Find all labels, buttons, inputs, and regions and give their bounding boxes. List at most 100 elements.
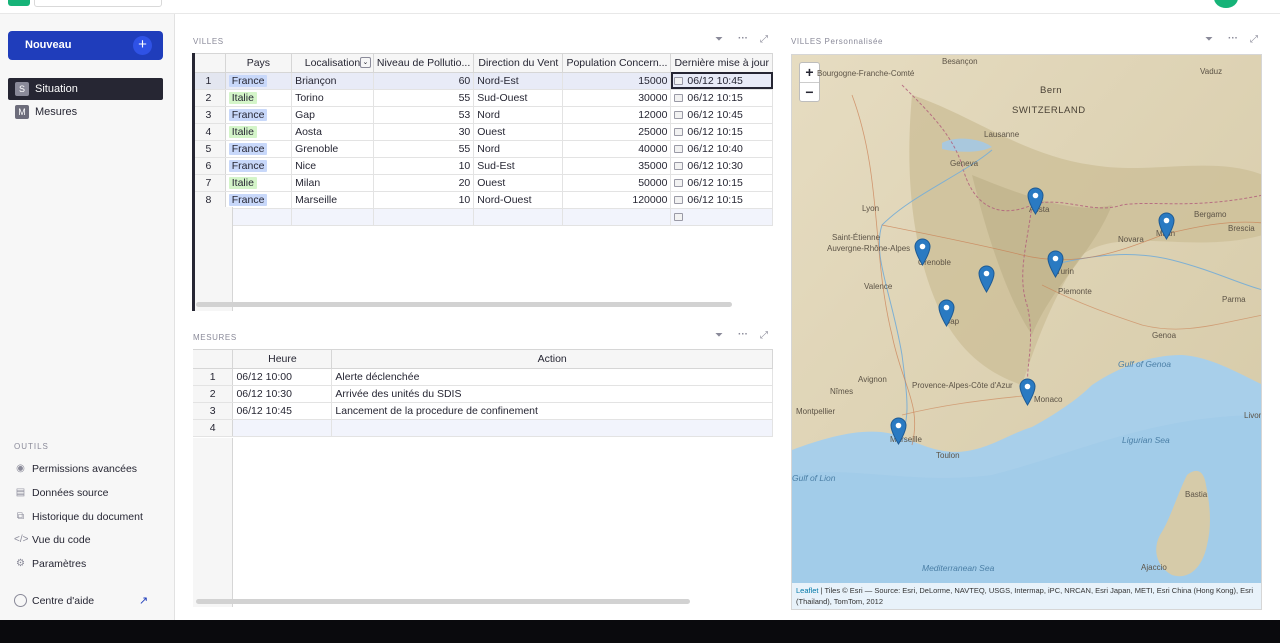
cell-empty[interactable]: [473, 208, 564, 226]
tool-code-view[interactable]: </> Vue du code: [14, 531, 91, 549]
row-number-header[interactable]: [192, 54, 226, 73]
cell-maj[interactable]: 06/12 10:45: [670, 106, 773, 124]
row-number[interactable]: 8: [192, 191, 226, 209]
column-header-action[interactable]: Action: [331, 350, 773, 369]
map-pin-icon[interactable]: [938, 299, 955, 327]
cell-population[interactable]: 50000: [562, 174, 672, 192]
cell-maj[interactable]: 06/12 10:15: [670, 89, 773, 107]
cell-pollution[interactable]: 10: [373, 157, 475, 175]
cell-maj[interactable]: 06/12 10:15: [670, 174, 773, 192]
cell-pollution[interactable]: 30: [373, 123, 475, 141]
chevron-down-icon[interactable]: ⌄: [359, 57, 371, 68]
cell-localisation[interactable]: Marseille: [291, 191, 374, 209]
cell-localisation[interactable]: Grenoble: [291, 140, 374, 158]
add-row[interactable]: 4: [193, 419, 773, 437]
tool-raw-data[interactable]: ▤ Données source: [14, 484, 109, 502]
table-row[interactable]: 1 06/12 10:00 Alerte déclenchée: [193, 368, 773, 386]
cell-pollution[interactable]: 60: [373, 72, 475, 90]
cell-empty[interactable]: [562, 208, 672, 226]
cell-empty[interactable]: [331, 419, 773, 437]
cell-pays[interactable]: France: [225, 191, 293, 209]
cell-localisation[interactable]: Milan: [291, 174, 374, 192]
cell-localisation[interactable]: Nice: [291, 157, 374, 175]
add-row[interactable]: 9: [192, 208, 773, 226]
document-name-field[interactable]: [34, 0, 162, 7]
cell-localisation[interactable]: Aosta: [291, 123, 374, 141]
cell-population[interactable]: 30000: [562, 89, 672, 107]
cell-pollution[interactable]: 53: [373, 106, 475, 124]
map-pin-icon[interactable]: [1027, 187, 1044, 215]
cell-pollution[interactable]: 55: [373, 89, 475, 107]
cell-heure[interactable]: 06/12 10:45: [232, 402, 333, 420]
row-number[interactable]: 7: [192, 174, 226, 192]
leaflet-link[interactable]: Leaflet: [796, 586, 819, 595]
column-header-pollution[interactable]: Niveau de Pollutio...: [373, 54, 475, 73]
column-header-pays[interactable]: Pays: [225, 54, 293, 73]
table-row[interactable]: 2 Italie Torino 55 Sud-Ouest 30000 06/12 10:15: [192, 89, 773, 107]
column-header-localisation[interactable]: Localisation ⌄: [291, 54, 374, 73]
cell-localisation[interactable]: Gap: [291, 106, 374, 124]
cell-maj[interactable]: 06/12 10:15: [670, 123, 773, 141]
cell-localisation[interactable]: Torino: [291, 89, 374, 107]
cell-population[interactable]: 15000: [562, 72, 672, 90]
cell-empty[interactable]: [291, 208, 374, 226]
table-row[interactable]: 2 06/12 10:30 Arrivée des unités du SDIS: [193, 385, 773, 403]
row-number[interactable]: 5: [192, 140, 226, 158]
table-row[interactable]: 3 06/12 10:45 Lancement de la procedure de…: [193, 402, 773, 420]
cell-maj[interactable]: 06/12 10:30: [670, 157, 773, 175]
row-number[interactable]: 4: [193, 419, 234, 437]
cell-pays[interactable]: Italie: [225, 174, 293, 192]
row-number-header[interactable]: [193, 350, 234, 369]
row-number[interactable]: 1: [193, 368, 234, 386]
cell-empty[interactable]: [670, 208, 773, 226]
page-item-mesures[interactable]: M Mesures: [8, 101, 163, 123]
cell-pays[interactable]: Italie: [225, 89, 293, 107]
row-number[interactable]: 4: [192, 123, 226, 141]
villes-horizontal-scrollbar[interactable]: [196, 302, 732, 307]
zoom-out-button[interactable]: −: [800, 82, 819, 101]
column-header-population[interactable]: Population Concern...: [562, 54, 672, 73]
table-row[interactable]: 8 France Marseille 10 Nord-Ouest 120000 06/12 …: [192, 191, 773, 209]
more-icon[interactable]: ···: [1228, 33, 1238, 44]
map-pin-icon[interactable]: [1019, 378, 1036, 406]
table-row[interactable]: 7 Italie Milan 20 Ouest 50000 06/12 10:15: [192, 174, 773, 192]
cell-pays[interactable]: France: [225, 106, 293, 124]
more-icon[interactable]: ···: [738, 329, 748, 340]
map-pin-icon[interactable]: [1047, 250, 1064, 278]
cell-vent[interactable]: Nord-Ouest: [473, 191, 564, 209]
cell-vent[interactable]: Sud-Est: [473, 157, 564, 175]
page-item-situation[interactable]: S Situation: [8, 78, 163, 100]
cell-pays[interactable]: Italie: [225, 123, 293, 141]
cell-localisation[interactable]: Briançon: [291, 72, 374, 90]
table-row[interactable]: 1 France Briançon 60 Nord-Est 15000 06/12 10:4…: [192, 72, 773, 90]
expand-icon[interactable]: ⤢: [760, 330, 768, 341]
row-number[interactable]: 1: [192, 72, 226, 90]
row-number[interactable]: 2: [193, 385, 234, 403]
cell-action[interactable]: Lancement de la procedure de confinement: [331, 402, 773, 420]
cell-heure[interactable]: 06/12 10:30: [232, 385, 333, 403]
cell-empty[interactable]: [225, 208, 293, 226]
table-row[interactable]: 3 France Gap 53 Nord 12000 06/12 10:45: [192, 106, 773, 124]
cell-pollution[interactable]: 10: [373, 191, 475, 209]
row-number[interactable]: 6: [192, 157, 226, 175]
cell-maj[interactable]: 06/12 10:40: [670, 140, 773, 158]
cell-population[interactable]: 120000: [562, 191, 672, 209]
cell-empty[interactable]: [232, 419, 333, 437]
cell-population[interactable]: 35000: [562, 157, 672, 175]
cell-vent[interactable]: Nord: [473, 140, 564, 158]
cell-heure[interactable]: 06/12 10:00: [232, 368, 333, 386]
new-button[interactable]: Nouveau +: [8, 31, 163, 60]
row-number[interactable]: 3: [192, 106, 226, 124]
app-logo[interactable]: [8, 0, 30, 6]
row-number[interactable]: 2: [192, 89, 226, 107]
cell-maj[interactable]: 06/12 10:45: [670, 72, 773, 90]
city-map[interactable]: + − Besançon Vaduz Bourgogne-Franche-Comté…: [791, 54, 1262, 610]
cell-vent[interactable]: Sud-Ouest: [473, 89, 564, 107]
cell-vent[interactable]: Ouest: [473, 123, 564, 141]
cell-pollution[interactable]: 55: [373, 140, 475, 158]
cell-population[interactable]: 40000: [562, 140, 672, 158]
tool-history[interactable]: ⧉ Historique du document: [14, 508, 143, 526]
table-row[interactable]: 4 Italie Aosta 30 Ouest 25000 06/12 10:15: [192, 123, 773, 141]
column-header-vent[interactable]: Direction du Vent: [473, 54, 564, 73]
map-pin-icon[interactable]: [914, 238, 931, 266]
